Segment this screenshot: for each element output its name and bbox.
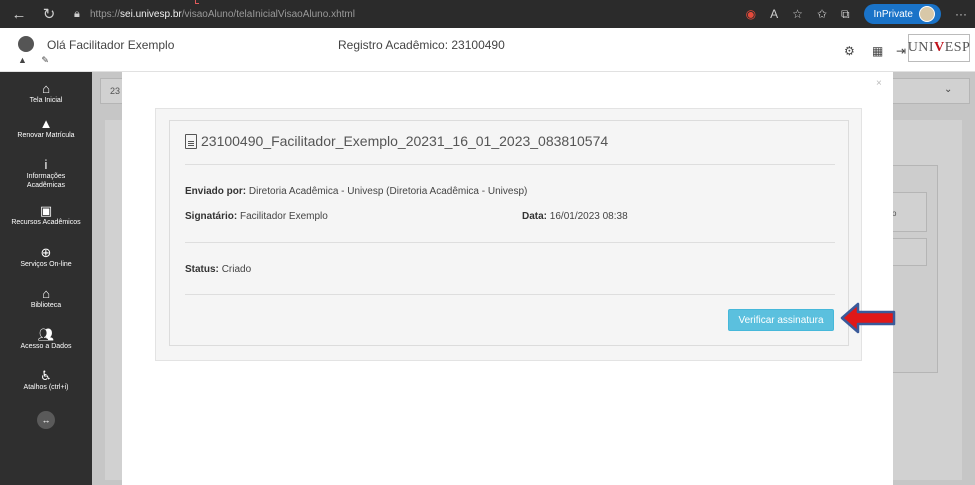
refresh-icon[interactable]: ↻ xyxy=(38,3,60,25)
address-bar[interactable]: https://sei.univesp.br/visaoAluno/telaIn… xyxy=(90,4,810,24)
sidebar-item-recursos-academicos[interactable]: ▣ Recursos Acadêmicos xyxy=(0,204,92,227)
divider xyxy=(185,294,835,295)
user-actions[interactable]: ▲ ✎ xyxy=(18,55,55,66)
more-menu-icon[interactable]: ··· xyxy=(955,7,967,21)
sidebar-item-renovar-matricula[interactable]: ▲ Renovar Matrícula xyxy=(0,117,92,140)
users-icon: 👥︎ xyxy=(37,327,55,342)
favorite-add-icon[interactable]: ☆ xyxy=(792,7,803,21)
sidebar-item-biblioteca[interactable]: ⌂ Biblioteca xyxy=(0,287,92,310)
collections-icon[interactable]: ⧉ xyxy=(841,7,850,22)
home-icon: ⌂ xyxy=(42,81,50,96)
arrow-left-icon xyxy=(840,302,896,334)
app-header: Olá Facilitador Exemplo ▲ ✎ Registro Aca… xyxy=(0,28,975,72)
profile-avatar xyxy=(919,6,935,22)
verify-signature-button[interactable]: Verificar assinatura xyxy=(728,309,834,331)
univesp-logo: UNI V ESP xyxy=(908,34,970,62)
favorites-icon[interactable]: ✩ xyxy=(817,7,827,21)
warning-icon: ▲ xyxy=(39,116,53,131)
user-greeting: Olá Facilitador Exemplo xyxy=(47,38,175,52)
sidebar-item-informacoes-academicas[interactable]: i Informações Acadêmicas xyxy=(0,158,92,190)
signer-field: Signatário: Facilitador Exemplo xyxy=(185,211,328,222)
sidebar-item-servicos-online[interactable]: ⊕ Serviços On-line xyxy=(0,246,92,269)
expand-icon[interactable]: ↔ xyxy=(37,411,55,429)
settings-icon[interactable]: ⚙ xyxy=(844,44,855,58)
sidebar-item-tela-inicial[interactable]: ⌂ Tela Inicial xyxy=(0,82,92,105)
status-field: Status: Criado xyxy=(185,264,252,275)
document-title: 23100490_Facilitador_Exemplo_20231_16_01… xyxy=(185,133,608,149)
divider xyxy=(185,242,835,243)
read-aloud-icon[interactable]: A xyxy=(770,7,778,21)
inprivate-badge[interactable]: InPrivate xyxy=(863,4,941,24)
book-icon: ▣ xyxy=(39,203,53,218)
url-host: sei.univesp.br xyxy=(120,8,182,20)
date-field: Data: 16/01/2023 08:38 xyxy=(522,211,628,222)
browser-toolbar: ← ↻ 🔒︎ https://sei.univesp.br/visaoAluno… xyxy=(0,0,975,28)
sidebar-item-atalhos[interactable]: ♿︎ Atalhos (ctrl+i) xyxy=(0,369,92,392)
url-path: /visaoAluno/telaInicialVisaoAluno.xhtml xyxy=(181,8,355,20)
logout-icon[interactable]: ⇥ xyxy=(896,44,906,58)
sent-by-field: Enviado por: Diretoria Acadêmica - Unive… xyxy=(185,186,528,197)
accessibility-icon: ♿︎ xyxy=(40,368,52,383)
globe-icon: ⊕ xyxy=(40,245,52,260)
apps-grid-icon[interactable]: ▦ xyxy=(872,44,883,58)
lock-icon[interactable]: 🔒︎ xyxy=(74,8,80,21)
info-icon: i xyxy=(44,157,48,172)
file-icon xyxy=(185,133,197,149)
user-avatar[interactable] xyxy=(18,36,34,52)
document-title-text: 23100490_Facilitador_Exemplo_20231_16_01… xyxy=(201,133,609,149)
tracking-icon[interactable]: ◉ xyxy=(746,7,756,21)
library-icon: ⌂ xyxy=(42,286,50,301)
divider xyxy=(185,164,835,165)
pen-mark xyxy=(195,0,199,4)
close-icon[interactable]: × xyxy=(876,78,882,89)
sidebar-item-acesso-a-dados[interactable]: 👥︎ Acesso a Dados xyxy=(0,328,92,351)
inprivate-label: InPrivate xyxy=(873,8,913,20)
back-icon[interactable]: ← xyxy=(8,3,30,25)
sidebar: ⌂ Tela Inicial ▲ Renovar Matrícula i Inf… xyxy=(0,72,92,485)
url-protocol: https:// xyxy=(90,8,121,20)
registro-academico: Registro Acadêmico: 23100490 xyxy=(338,38,505,52)
